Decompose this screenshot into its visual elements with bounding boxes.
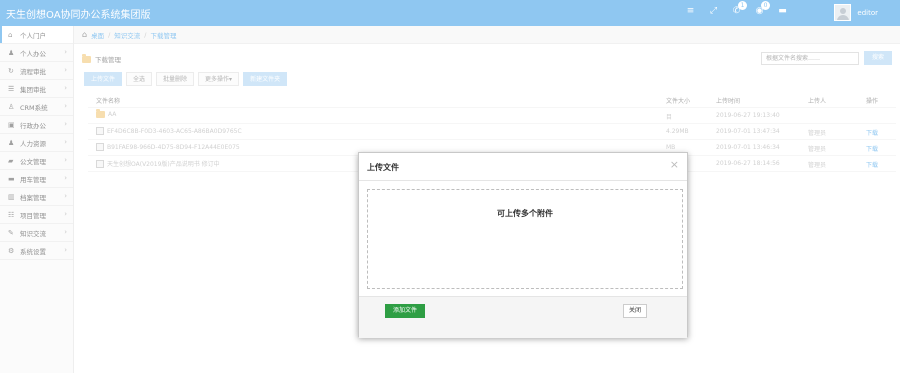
- upload-dialog: 上传文件 × 可上传多个附件 添加文件 关闭: [358, 152, 688, 338]
- dialog-title: 上传文件: [367, 163, 399, 172]
- dialog-footer: 添加文件 关闭: [359, 296, 687, 338]
- file-dropzone[interactable]: 可上传多个附件: [367, 189, 683, 289]
- dropzone-label: 可上传多个附件: [497, 209, 553, 218]
- add-file-button[interactable]: 添加文件: [385, 304, 425, 318]
- close-icon[interactable]: ×: [670, 158, 679, 171]
- close-button[interactable]: 关闭: [623, 304, 647, 318]
- dialog-header: 上传文件 ×: [359, 153, 687, 181]
